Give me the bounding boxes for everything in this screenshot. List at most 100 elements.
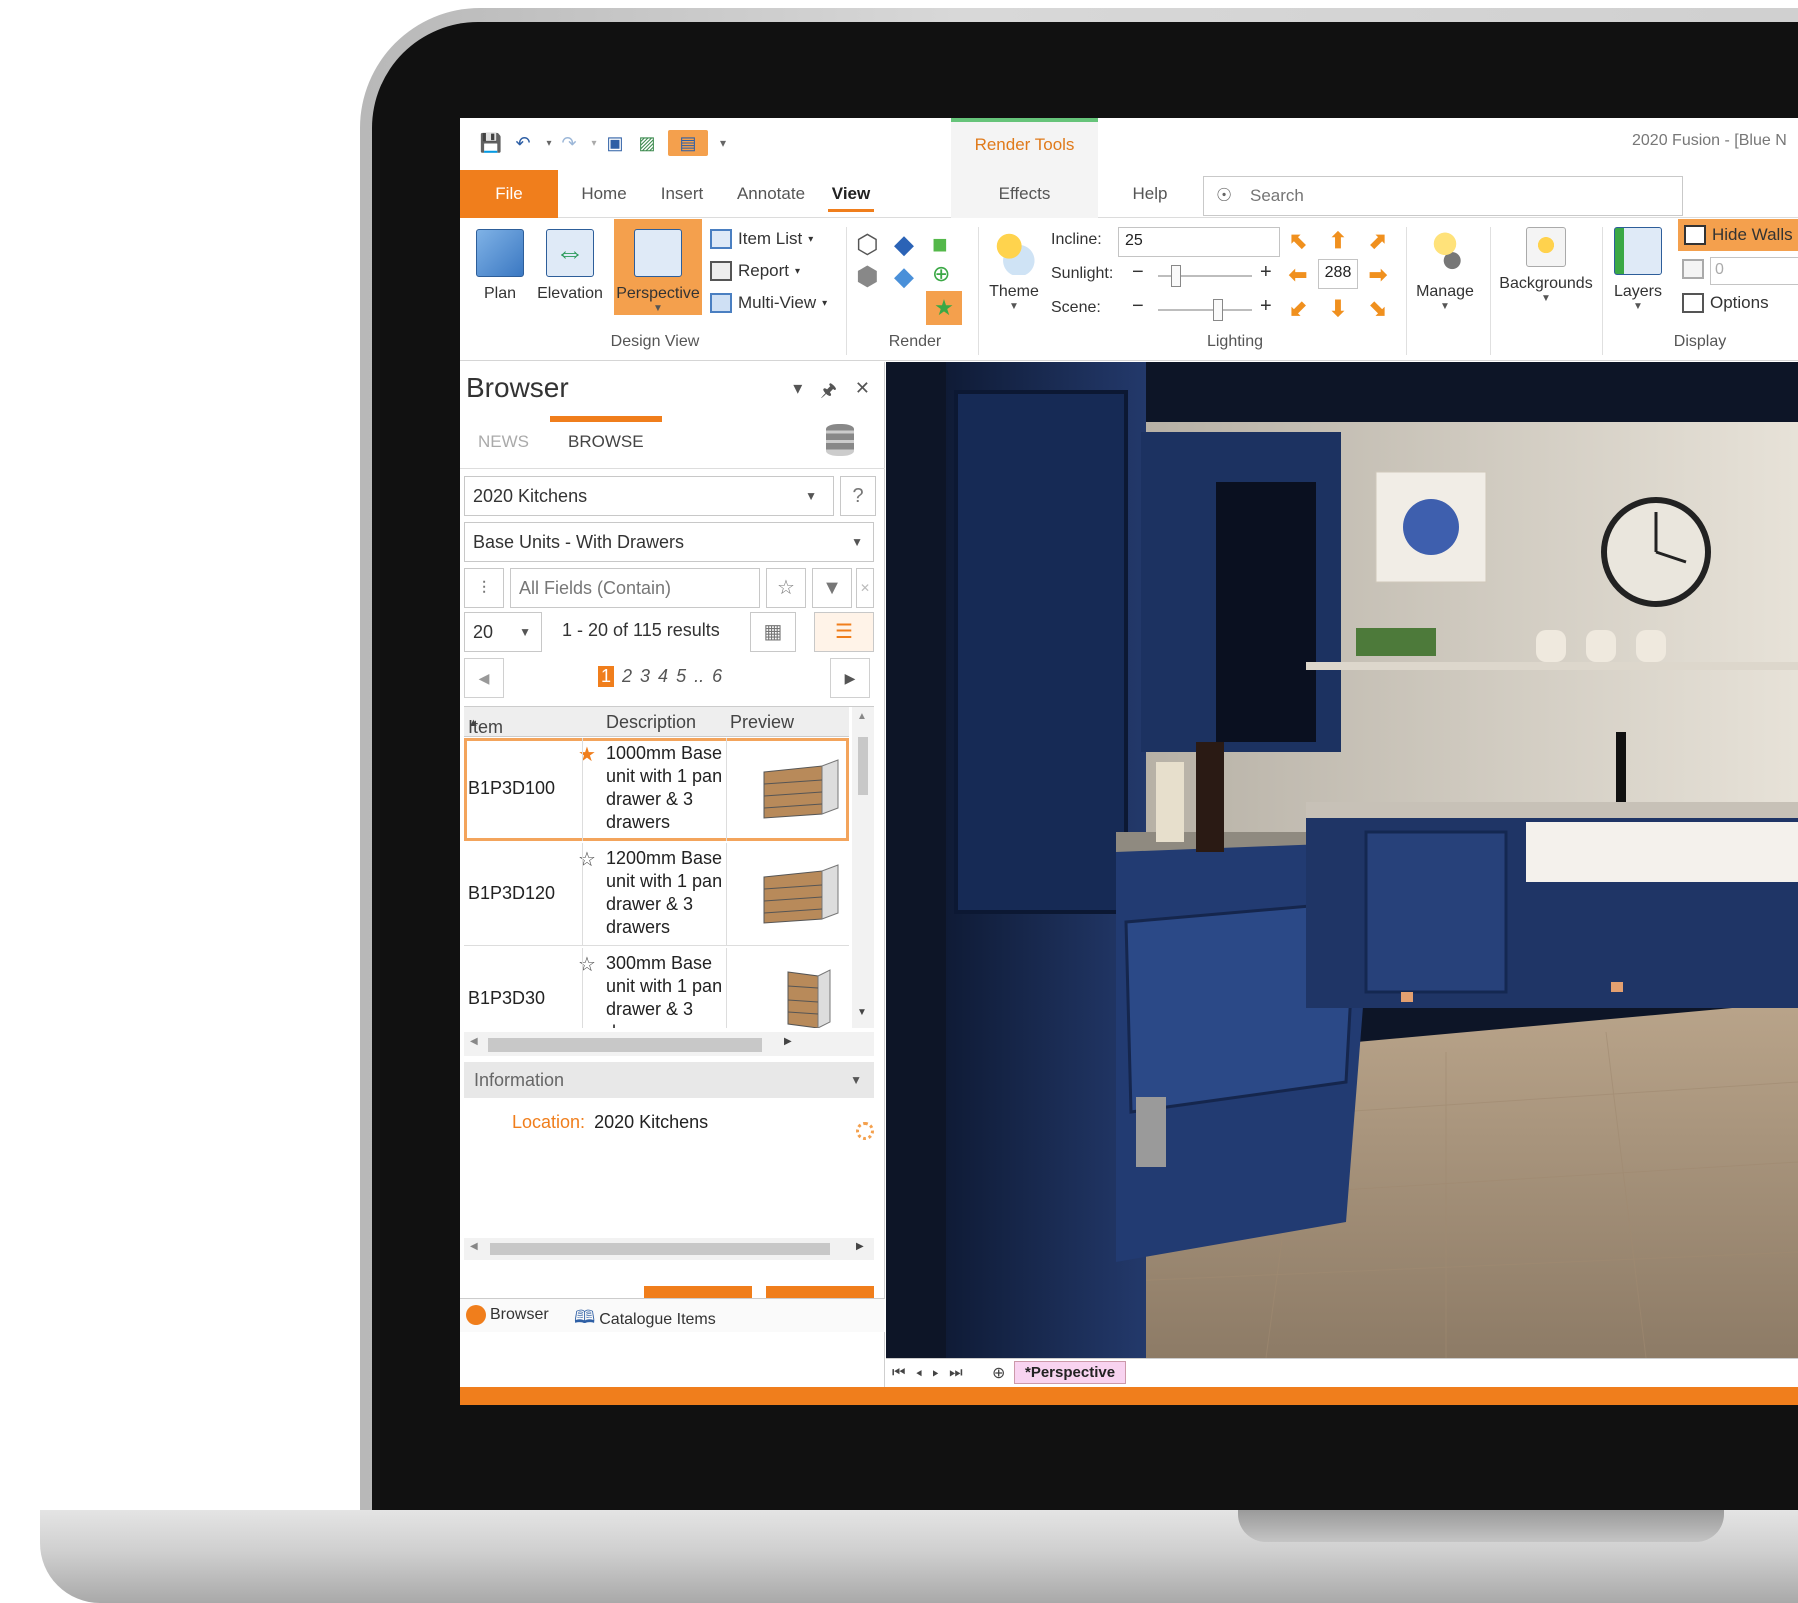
plan-button[interactable]: Plan [474, 229, 526, 303]
favorite-star-icon[interactable]: ☆ [578, 952, 596, 977]
prev-page-button[interactable]: ◀ [464, 658, 504, 698]
favorite-star-icon[interactable]: ☆ [578, 847, 596, 872]
close-icon[interactable]: ✕ [855, 378, 870, 408]
page-link[interactable]: 2 [622, 666, 632, 687]
favorite-star-icon[interactable]: ★ [578, 742, 596, 767]
table-row[interactable]: B1P3D120 ☆ 1200mm Base unit with 1 pan drawe… [464, 843, 849, 946]
scene-minus-button[interactable]: − [1132, 295, 1144, 318]
pin-icon[interactable]: 🖈 [820, 378, 837, 408]
table-row[interactable]: B1P3D100 ★ 1000mm Base unit with 1 pan drawe… [464, 738, 849, 841]
incline-field[interactable]: 25 [1118, 227, 1280, 257]
vertical-scrollbar[interactable]: ▲ ▼ [852, 707, 874, 1028]
panel-menu-icon[interactable]: ▾ [793, 378, 802, 408]
image-icon[interactable]: ▨ [634, 130, 660, 156]
help-button[interactable]: ? [840, 476, 876, 516]
outline-cube-icon[interactable]: ⬢ [856, 261, 879, 292]
page-link[interactable]: 3 [640, 666, 650, 687]
backgrounds-button[interactable]: Backgrounds ▼ [1496, 227, 1596, 304]
clear-filter-button[interactable]: ✕ [856, 568, 874, 608]
theme-button[interactable]: Theme ▼ [986, 227, 1042, 312]
horizontal-scrollbar[interactable]: ◀ ▶ [464, 1032, 874, 1056]
sheet-nav-icons[interactable]: ⏮◂▸⏭ [892, 1364, 973, 1381]
action-button-stub[interactable] [766, 1286, 874, 1298]
tab-news[interactable]: NEWS [478, 432, 529, 452]
page-link[interactable]: 4 [658, 666, 668, 687]
scrollbar-thumb[interactable] [488, 1038, 762, 1052]
arrow-northeast-icon[interactable]: ⬈ [1366, 229, 1390, 253]
manage-button[interactable]: Manage ▼ [1412, 227, 1478, 312]
scroll-right-icon[interactable]: ▶ [784, 1036, 792, 1047]
tab-browse[interactable]: BROWSE [568, 432, 644, 452]
arrow-southwest-icon[interactable]: ⬋ [1286, 297, 1310, 321]
render-star-icon[interactable]: ★ [926, 291, 962, 325]
column-header-description[interactable]: Description [606, 712, 696, 733]
column-header-preview[interactable]: Preview [730, 712, 794, 733]
filter-icon[interactable]: ▼ [812, 568, 852, 608]
undo-icon[interactable]: ↶ [510, 130, 536, 156]
item-list-button[interactable]: Item List ▾ [710, 229, 813, 249]
solid-cube-icon[interactable]: ◆ [894, 229, 914, 260]
filter-settings-button[interactable]: ⫶ [464, 568, 504, 608]
catalog-dropdown[interactable]: 2020 Kitchens ▼ [464, 476, 834, 516]
page-link[interactable]: 5 [676, 666, 686, 687]
arrow-up-icon[interactable]: ⬆ [1326, 229, 1350, 253]
scroll-down-icon[interactable]: ▼ [857, 1007, 867, 1018]
arrow-left-icon[interactable]: ⬅ [1286, 263, 1310, 287]
add-render-icon[interactable]: ⊕ [932, 261, 950, 287]
perspective-button[interactable]: Perspective ▼ [614, 219, 702, 315]
tab-perspective[interactable]: *Perspective [1014, 1361, 1127, 1384]
page-size-select[interactable]: 20 ▼ [464, 612, 542, 652]
page-current[interactable]: 1 [598, 666, 615, 687]
database-icon[interactable] [826, 424, 854, 456]
window-icon[interactable]: ▣ [602, 130, 628, 156]
customize-toolbar-icon[interactable]: ▾ [710, 130, 736, 156]
scroll-left-icon[interactable]: ◀ [470, 1241, 478, 1252]
green-cube-icon[interactable]: ■ [932, 229, 948, 260]
favorite-filter-button[interactable]: ☆ [766, 568, 806, 608]
perspective-viewport[interactable] [886, 362, 1798, 1358]
tab-annotate[interactable]: Annotate [726, 170, 816, 218]
search-input[interactable] [1250, 181, 1670, 211]
add-view-icon[interactable]: ⊕ [992, 1363, 1005, 1383]
grid-view-button[interactable]: ▦ [750, 612, 796, 652]
tab-home[interactable]: Home [568, 170, 640, 218]
shaded-cube-icon[interactable]: ◆ [894, 261, 914, 292]
sunlight-plus-button[interactable]: + [1260, 261, 1272, 284]
next-page-button[interactable]: ▶ [830, 658, 870, 698]
arrow-down-icon[interactable]: ⬇ [1326, 297, 1350, 321]
rotation-field[interactable]: 288 [1318, 259, 1358, 289]
arrow-northwest-icon[interactable]: ⬉ [1286, 229, 1310, 253]
page-link[interactable]: 6 [712, 666, 722, 687]
bottom-tab-catalogue-items[interactable]: 🕮 Catalogue Items [574, 1305, 716, 1335]
action-button-stub[interactable] [644, 1286, 752, 1298]
sunlight-slider[interactable] [1158, 265, 1252, 287]
info-horizontal-scrollbar[interactable]: ◀ ▶ [464, 1238, 874, 1260]
scroll-left-icon[interactable]: ◀ [470, 1036, 478, 1047]
tab-insert[interactable]: Insert [646, 170, 718, 218]
scroll-right-icon[interactable]: ▶ [856, 1241, 864, 1252]
category-dropdown[interactable]: Base Units - With Drawers ▼ [464, 522, 874, 562]
elevation-button[interactable]: ⇔ Elevation [534, 229, 606, 303]
hide-walls-button[interactable]: Hide Walls [1678, 219, 1798, 251]
scrollbar-thumb[interactable] [490, 1243, 830, 1255]
layers-button[interactable]: Layers ▼ [1610, 227, 1666, 312]
arrow-southeast-icon[interactable]: ⬊ [1366, 297, 1390, 321]
tab-help[interactable]: Help [1120, 170, 1180, 218]
list-view-button[interactable]: ☰ [814, 612, 874, 652]
scene-slider[interactable] [1158, 299, 1252, 321]
render-icon[interactable]: ▤ [668, 130, 708, 156]
search-box[interactable]: ☉ [1203, 176, 1683, 216]
filter-field-input[interactable]: All Fields (Contain) [510, 568, 760, 608]
tab-file[interactable]: File [460, 170, 558, 218]
table-row[interactable]: B1P3D30 ☆ 300mm Base unit with 1 pan drawer … [464, 948, 849, 1028]
multi-view-button[interactable]: Multi-View ▾ [710, 293, 827, 313]
tab-effects[interactable]: Effects [951, 170, 1098, 218]
scene-slider-knob[interactable] [1213, 299, 1223, 321]
save-icon[interactable]: 💾 [478, 130, 504, 156]
wall-value-field[interactable]: 0 [1710, 257, 1798, 285]
sunlight-slider-knob[interactable] [1171, 265, 1181, 287]
redo-icon[interactable]: ↷ [556, 130, 582, 156]
information-header[interactable]: Information ▼ [464, 1062, 874, 1098]
report-button[interactable]: Report ▾ [710, 261, 800, 281]
wireframe-cube-icon[interactable]: ⬡ [856, 229, 879, 260]
